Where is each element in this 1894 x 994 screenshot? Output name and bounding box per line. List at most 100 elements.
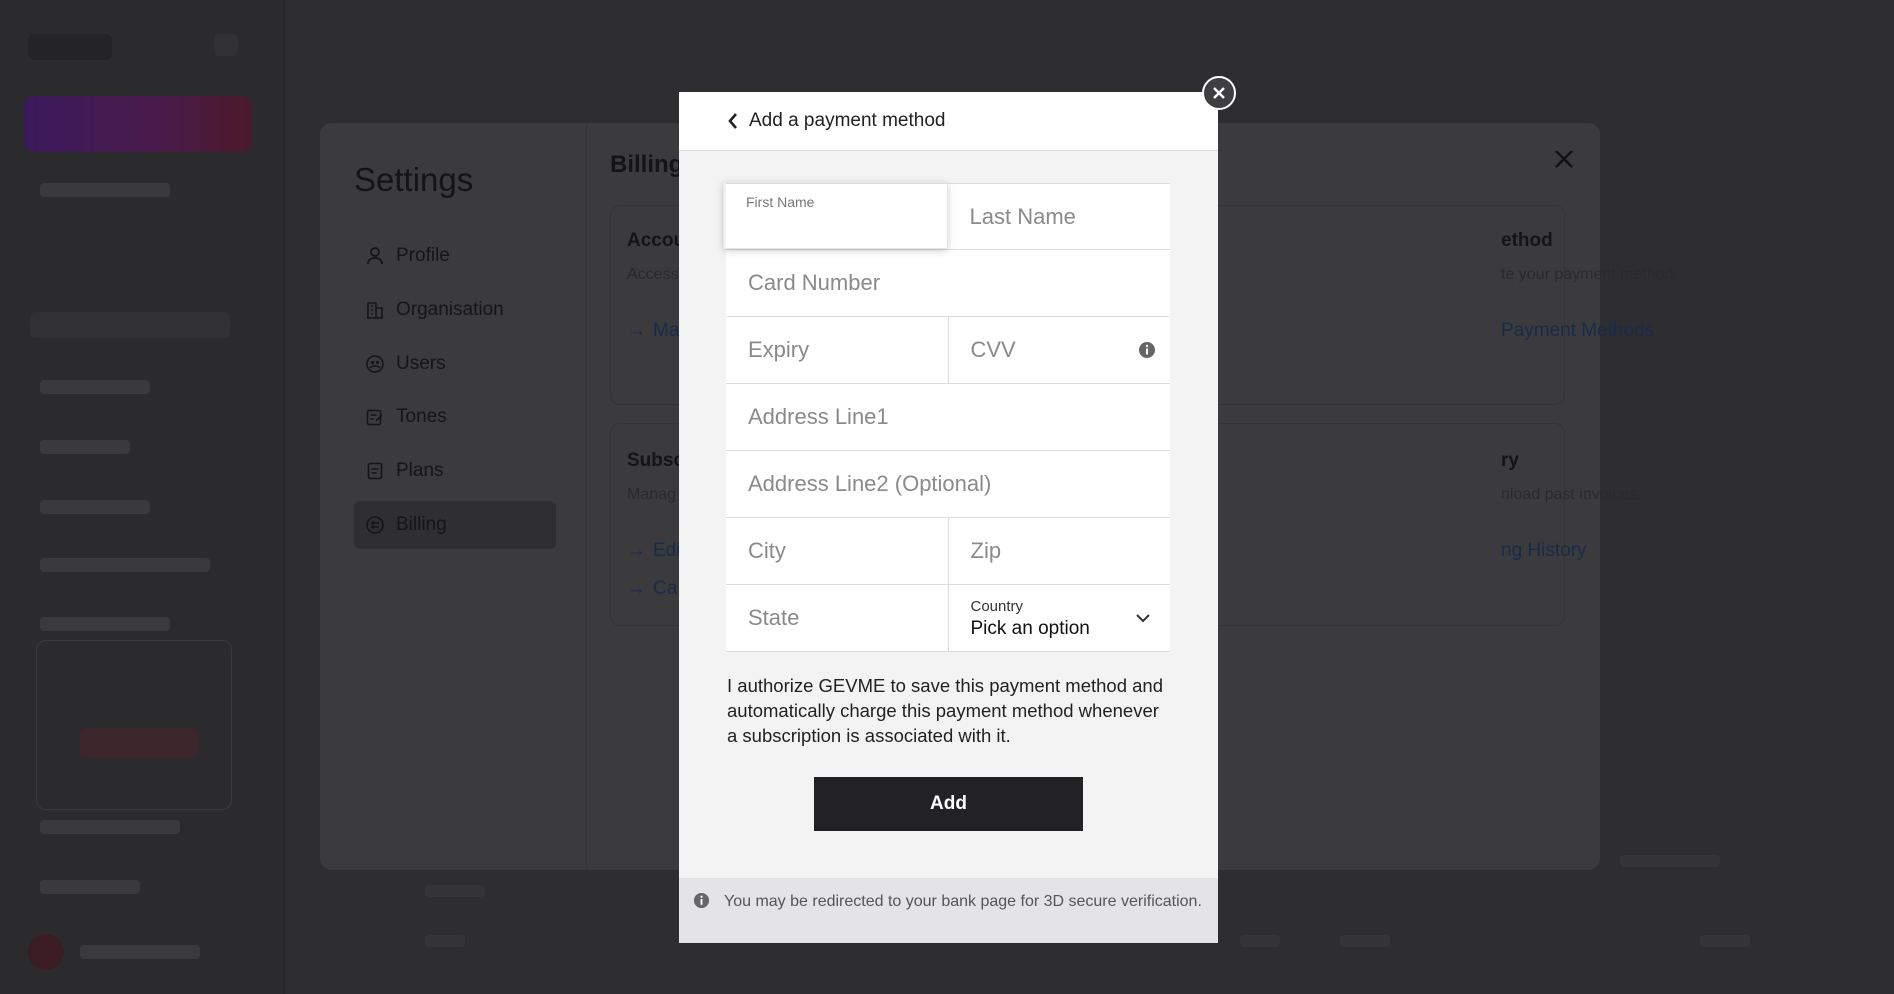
background-table-text <box>1700 935 1750 947</box>
settings-nav-billing[interactable]: Billing <box>354 501 556 549</box>
country-value: Pick an option <box>970 618 1090 639</box>
expiry-input[interactable] <box>748 337 948 363</box>
building-icon <box>366 301 384 319</box>
state-country-row: Country Pick an option <box>726 585 1170 652</box>
background-cta-button <box>24 96 252 152</box>
card-number-input[interactable] <box>748 270 1170 296</box>
settings-nav-profile[interactable]: Profile <box>354 232 556 280</box>
card-number-cell <box>726 250 1170 316</box>
cvv-cell <box>947 317 1170 383</box>
user-icon <box>366 247 384 265</box>
card-number-row <box>726 250 1170 317</box>
address2-cell <box>726 451 1170 517</box>
city-input[interactable] <box>748 538 948 564</box>
avatar <box>28 934 64 970</box>
background-text <box>40 183 170 197</box>
history-card-title: ry <box>1501 450 1519 471</box>
app-logo <box>28 34 112 60</box>
background-text <box>80 945 200 959</box>
close-icon <box>1213 87 1225 99</box>
arrow-right-icon: → <box>627 540 646 561</box>
expiry-cell <box>726 317 948 383</box>
background-card-button <box>80 728 198 758</box>
add-payment-modal: Add a payment method First Name Last Nam… <box>679 92 1218 943</box>
account-card-title: Accou <box>627 230 686 251</box>
billing-icon <box>366 516 384 534</box>
address1-cell <box>726 384 1170 450</box>
first-name-label: First Name <box>746 194 815 210</box>
city-zip-row <box>726 518 1170 585</box>
last-name-cell <box>946 184 1170 249</box>
billing-history-link[interactable]: ng History <box>1501 540 1587 562</box>
document-icon <box>366 462 384 480</box>
background-nav-item <box>30 312 230 338</box>
background-text <box>40 820 180 834</box>
background-text <box>40 617 170 631</box>
background-sidebar <box>0 0 285 994</box>
payment-methods-link[interactable]: Payment Methods <box>1501 320 1654 342</box>
state-input[interactable] <box>748 605 948 631</box>
payment-form: First Name Last Name Card Number Expiry … <box>726 183 1170 652</box>
settings-nav-label: Organisation <box>396 299 504 320</box>
settings-nav-label: Tones <box>396 406 447 427</box>
chevron-down-icon <box>1134 609 1152 627</box>
background-text <box>40 880 140 894</box>
sidebar-collapse-icon <box>214 34 238 56</box>
cancel-subscription-link[interactable]: → Ca <box>627 578 677 600</box>
edit-subscription-link[interactable]: → Edi <box>627 540 680 562</box>
settings-nav-label: Plans <box>396 460 444 481</box>
name-row: First Name <box>726 183 1170 250</box>
city-cell <box>726 518 948 584</box>
modal-title: Add a payment method <box>749 110 946 131</box>
background-text <box>40 440 130 454</box>
secure-verification-note: You may be redirected to your bank page … <box>679 878 1218 943</box>
back-button[interactable]: Add a payment method <box>727 110 945 132</box>
zip-input[interactable] <box>970 538 1170 564</box>
last-name-input[interactable] <box>969 203 1170 230</box>
background-table-text <box>425 935 465 947</box>
modal-close-button[interactable] <box>1202 76 1236 110</box>
zip-cell <box>947 518 1170 584</box>
settings-close-icon[interactable] <box>1550 145 1578 173</box>
settings-nav-tones[interactable]: Tones <box>354 393 556 441</box>
address1-row <box>726 384 1170 451</box>
background-text <box>40 380 150 394</box>
cvv-info-icon[interactable] <box>1138 341 1156 359</box>
settings-nav-plans[interactable]: Plans <box>354 447 556 495</box>
history-card-subtitle: nload past invoices. <box>1501 486 1642 503</box>
first-name-cell: First Name <box>724 183 947 248</box>
address-line1-input[interactable] <box>748 404 1170 430</box>
settings-nav-organisation[interactable]: Organisation <box>354 286 556 334</box>
subscription-card-subtitle: Manag <box>627 486 676 503</box>
modal-header: Add a payment method <box>679 92 1218 151</box>
subscription-card-title: Subsc <box>627 450 685 471</box>
expiry-cvv-row <box>726 317 1170 384</box>
account-card-link[interactable]: → Ma <box>627 320 679 342</box>
country-label: Country <box>970 598 1024 615</box>
users-icon <box>366 355 384 373</box>
authorization-text: I authorize GEVME to save this payment m… <box>727 675 1164 746</box>
settings-nav-label: Billing <box>396 514 447 535</box>
background-table-text <box>1340 935 1390 947</box>
payment-method-card-title: ethod <box>1501 230 1553 251</box>
background-table-text <box>425 885 485 897</box>
add-button[interactable]: Add <box>814 777 1083 831</box>
settings-title: Settings <box>354 161 474 198</box>
background-upgrade-card <box>36 640 232 810</box>
background-text <box>40 558 210 572</box>
state-cell <box>726 585 948 651</box>
background-table-text <box>1620 855 1720 867</box>
edit-note-icon <box>366 408 384 426</box>
settings-nav-label: Users <box>396 353 446 374</box>
arrow-right-icon: → <box>627 320 646 341</box>
country-select[interactable]: Country Pick an option <box>947 585 1171 651</box>
settings-nav-users[interactable]: Users <box>354 340 556 388</box>
background-text <box>40 500 150 514</box>
account-card-subtitle: Access <box>627 266 679 283</box>
address-line2-input[interactable] <box>748 471 1170 497</box>
note-text: You may be redirected to your bank page … <box>724 893 1202 910</box>
settings-heading: Billing <box>610 151 684 178</box>
address2-row <box>726 451 1170 518</box>
arrow-right-icon: → <box>627 578 646 599</box>
settings-nav-label: Profile <box>396 245 450 266</box>
